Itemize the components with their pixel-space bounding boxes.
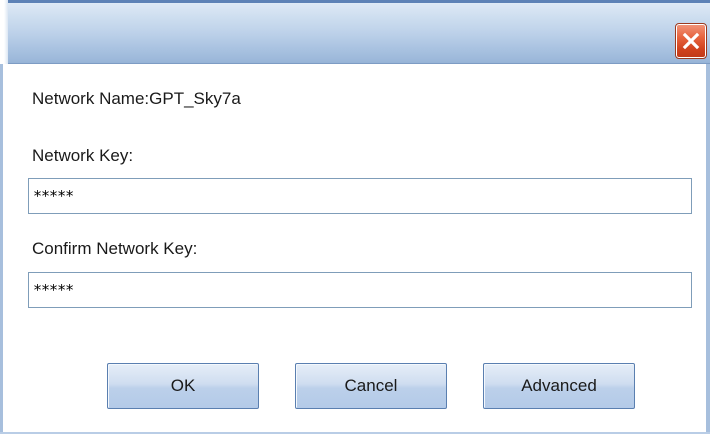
network-key-label: Network Key: (32, 146, 134, 165)
window-left-border (0, 64, 3, 434)
title-bar[interactable] (0, 0, 710, 64)
network-key-dialog: Network Name:GPT_Sky7a Network Key: ****… (0, 0, 710, 434)
title-bar-left-edge (0, 0, 8, 64)
confirm-network-key-input[interactable]: ***** (28, 272, 692, 308)
close-button[interactable] (675, 23, 707, 59)
title-bar-top-edge (0, 0, 710, 3)
confirm-network-key-label: Confirm Network Key: (32, 239, 198, 258)
advanced-button[interactable]: Advanced (483, 363, 635, 409)
ok-button[interactable]: OK (107, 363, 259, 409)
network-name-label: Network Name:GPT_Sky7a (32, 89, 241, 108)
close-icon (682, 32, 700, 50)
window-right-border[interactable] (706, 64, 710, 434)
network-key-input[interactable]: ***** (28, 178, 692, 214)
cancel-button[interactable]: Cancel (295, 363, 447, 409)
